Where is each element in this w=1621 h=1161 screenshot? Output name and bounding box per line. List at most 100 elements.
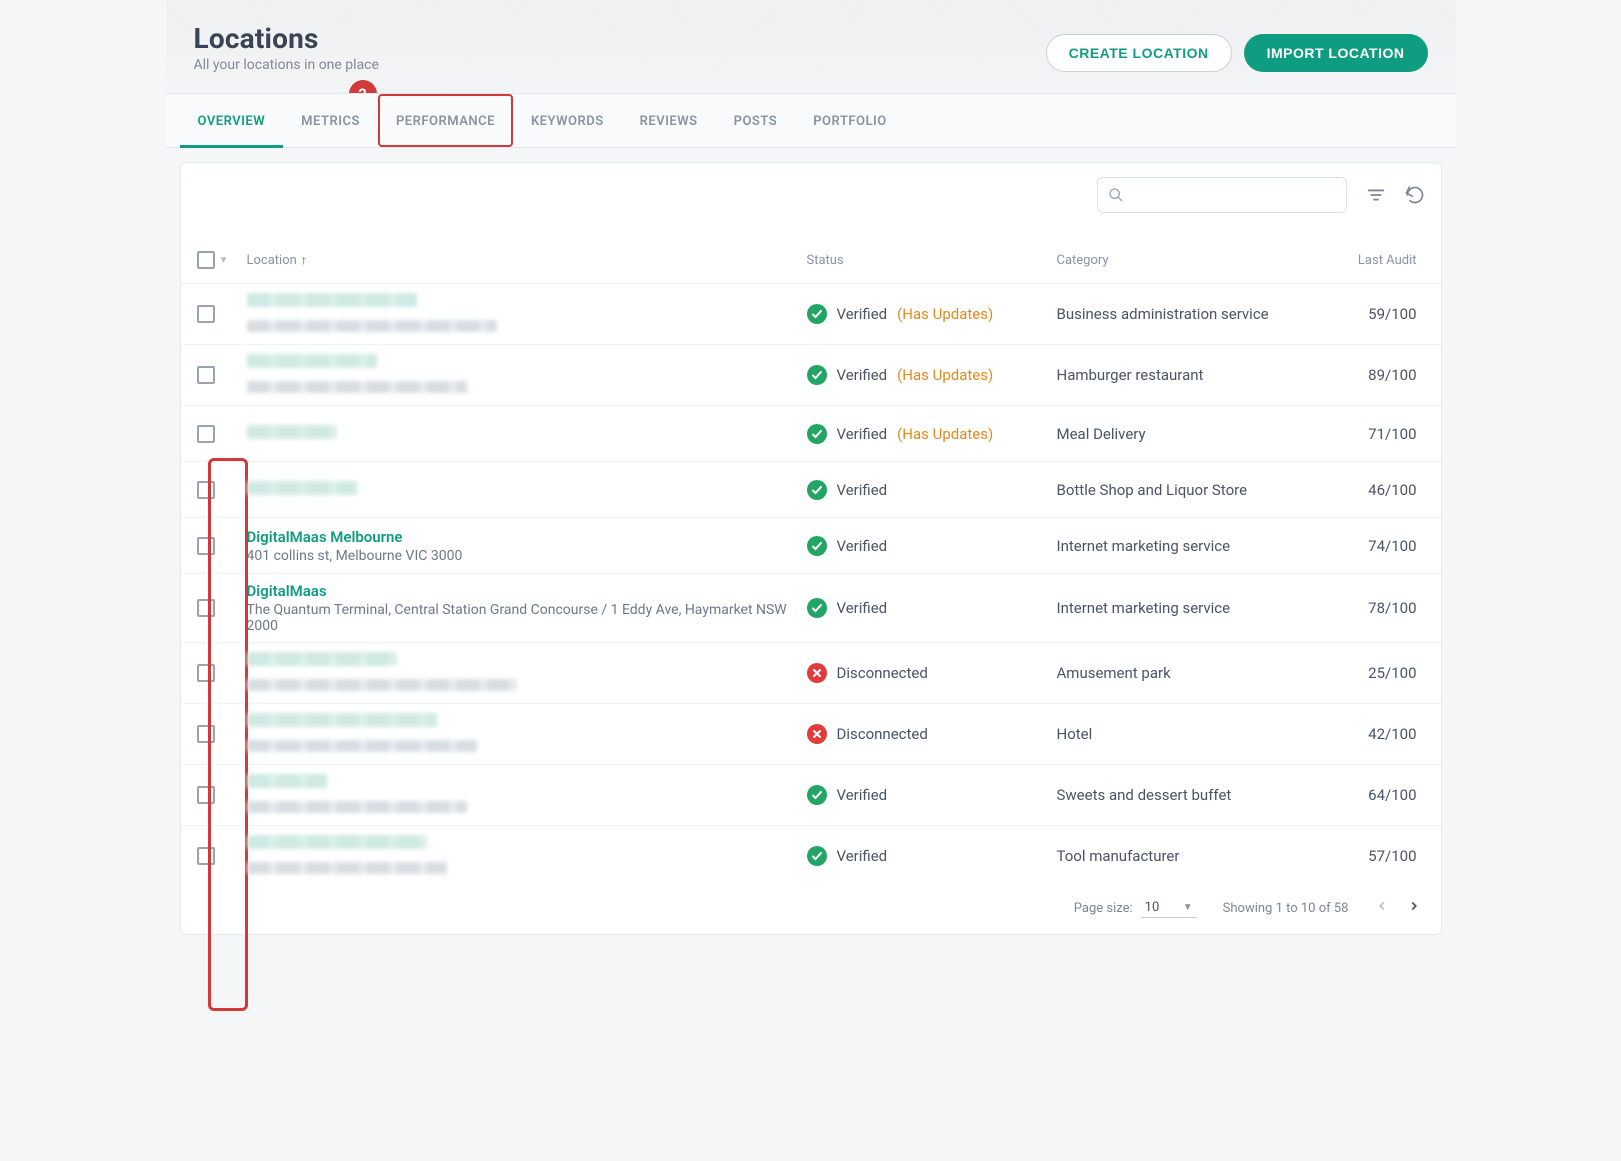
table-row[interactable]: Verified (Has Updates)Hamburger restaura… [181,345,1441,406]
location-cell [247,480,807,499]
check-circle-icon [807,785,827,805]
table-row[interactable]: VerifiedTool manufacturer57/100 [181,826,1441,886]
status-cell: Verified (Has Updates) [807,424,1057,444]
table-row[interactable]: DisconnectedAmusement park25/100 [181,643,1441,704]
tab-metrics[interactable]: METRICS [283,94,378,147]
status-cell: Verified [807,480,1057,500]
table-footer: Page size: 10 ▼ Showing 1 to 10 of 58 [181,886,1441,928]
category-cell: Bottle Shop and Liquor Store [1057,481,1337,499]
status-cell: Verified [807,536,1057,556]
location-cell [247,353,807,397]
location-address: The Quantum Terminal, Central Station Gr… [247,602,807,634]
row-checkbox[interactable] [197,664,215,682]
check-circle-icon [807,424,827,444]
tab-performance[interactable]: PERFORMANCE [378,94,513,147]
check-circle-icon [807,304,827,324]
audit-cell: 89/100 [1337,366,1425,384]
column-header-category[interactable]: Category [1057,253,1337,268]
check-circle-icon [807,846,827,866]
category-cell: Internet marketing service [1057,599,1337,617]
audit-cell: 25/100 [1337,664,1425,682]
row-checkbox[interactable] [197,366,215,384]
check-circle-icon [807,480,827,500]
column-header-location[interactable]: Location↑ [247,253,807,268]
location-name[interactable]: DigitalMaas Melbourne [247,528,807,546]
page-header: Locations All your locations in one plac… [166,0,1456,93]
audit-cell: 59/100 [1337,305,1425,323]
pagination-range: Showing 1 to 10 of 58 [1223,901,1349,916]
audit-cell: 78/100 [1337,599,1425,617]
status-cell: Verified (Has Updates) [807,304,1057,324]
location-name[interactable]: DigitalMaas [247,582,807,600]
tab-posts[interactable]: POSTS [716,94,796,147]
location-cell [247,712,807,756]
create-location-button[interactable]: CREATE LOCATION [1046,34,1232,72]
row-checkbox[interactable] [197,599,215,617]
location-cell [247,773,807,817]
locations-card: ▼ Location↑ Status Category Last Audit V… [180,162,1442,935]
row-checkbox[interactable] [197,847,215,865]
prev-page-button[interactable] [1375,899,1389,917]
row-checkbox[interactable] [197,537,215,555]
category-cell: Hamburger restaurant [1057,366,1337,384]
x-circle-icon [807,724,827,744]
audit-cell: 64/100 [1337,786,1425,804]
chevron-down-icon[interactable]: ▼ [219,255,229,266]
search-input-wrapper[interactable] [1097,177,1347,213]
table-row[interactable]: VerifiedBottle Shop and Liquor Store46/1… [181,462,1441,518]
import-location-button[interactable]: IMPORT LOCATION [1244,34,1428,72]
tab-overview[interactable]: OVERVIEW [180,94,284,147]
location-cell [247,651,807,695]
location-cell [247,292,807,336]
table-header-row: ▼ Location↑ Status Category Last Audit [181,223,1441,284]
sort-asc-icon: ↑ [301,253,307,267]
column-header-status[interactable]: Status [807,253,1057,268]
table-row[interactable]: Verified (Has Updates)Meal Delivery71/10… [181,406,1441,462]
row-checkbox[interactable] [197,481,215,499]
column-header-last-audit[interactable]: Last Audit [1337,253,1425,268]
caret-down-icon: ▼ [1183,902,1193,913]
page-title: Locations [194,22,379,55]
check-circle-icon [807,536,827,556]
table-row[interactable]: DigitalMaas Melbourne 401 collins st, Mel… [181,518,1441,574]
status-cell: Verified [807,846,1057,866]
category-cell: Business administration service [1057,305,1337,323]
tab-portfolio[interactable]: PORTFOLIO [795,94,904,147]
location-cell: DigitalMaas The Quantum Terminal, Central… [247,582,807,634]
location-address: 401 collins st, Melbourne VIC 3000 [247,548,807,564]
check-circle-icon [807,598,827,618]
search-input[interactable] [1124,186,1336,204]
status-cell: Verified [807,598,1057,618]
status-cell: Disconnected [807,724,1057,744]
next-page-button[interactable] [1407,899,1421,917]
location-cell [247,834,807,878]
audit-cell: 71/100 [1337,425,1425,443]
select-all-checkbox[interactable] [197,251,215,269]
tab-keywords[interactable]: KEYWORDS [513,94,622,147]
check-circle-icon [807,365,827,385]
x-circle-icon [807,663,827,683]
table-row[interactable]: DisconnectedHotel42/100 [181,704,1441,765]
refresh-icon[interactable] [1405,185,1425,205]
row-checkbox[interactable] [197,786,215,804]
tab-reviews[interactable]: REVIEWS [622,94,716,147]
category-cell: Internet marketing service [1057,537,1337,555]
location-cell: DigitalMaas Melbourne 401 collins st, Mel… [247,528,807,564]
category-cell: Tool manufacturer [1057,847,1337,865]
card-toolbar [181,163,1441,223]
row-checkbox[interactable] [197,305,215,323]
page-size-select[interactable]: 10 ▼ [1141,898,1197,918]
page-subtitle: All your locations in one place [194,57,379,73]
table-row[interactable]: DigitalMaas The Quantum Terminal, Central… [181,574,1441,643]
status-cell: Verified (Has Updates) [807,365,1057,385]
row-checkbox[interactable] [197,425,215,443]
table-row[interactable]: Verified (Has Updates)Business administr… [181,284,1441,345]
filter-icon[interactable] [1365,184,1387,206]
audit-cell: 46/100 [1337,481,1425,499]
status-cell: Disconnected [807,663,1057,683]
row-checkbox[interactable] [197,725,215,743]
tabs-bar: OVERVIEWMETRICSPERFORMANCEKEYWORDSREVIEW… [166,93,1456,148]
category-cell: Amusement park [1057,664,1337,682]
table-row[interactable]: VerifiedSweets and dessert buffet64/100 [181,765,1441,826]
search-icon [1108,187,1124,203]
